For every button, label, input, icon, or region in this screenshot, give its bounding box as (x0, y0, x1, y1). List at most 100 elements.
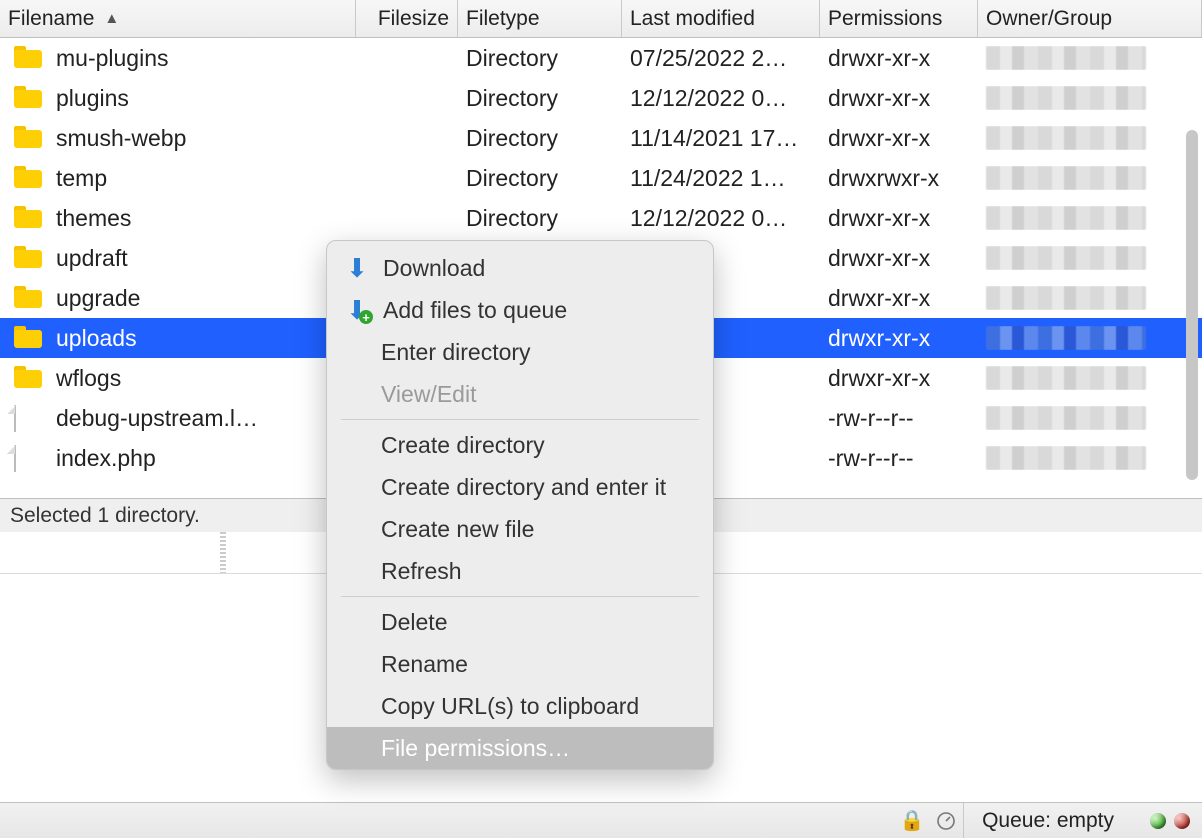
ctx-create-new-file[interactable]: Create new file (327, 508, 713, 550)
column-header-filesize[interactable]: Filesize (356, 0, 458, 37)
cell-filename[interactable]: index.php (0, 445, 356, 472)
ctx-refresh[interactable]: Refresh (327, 550, 713, 592)
cell-last-modified: 12/12/2022 0… (622, 205, 820, 232)
cell-filetype: Directory (458, 165, 622, 192)
scrollbar-track[interactable] (1184, 40, 1200, 496)
cell-filename[interactable]: themes (0, 205, 356, 232)
cell-owner-group (978, 206, 1202, 230)
filename-text: plugins (56, 85, 129, 112)
cell-filename[interactable]: temp (0, 165, 356, 192)
redacted-owner-text (986, 126, 1146, 150)
cell-filetype: Directory (458, 45, 622, 72)
cell-filetype: Directory (458, 125, 622, 152)
redacted-owner-text (986, 446, 1146, 470)
folder-icon (14, 246, 42, 270)
cell-owner-group (978, 86, 1202, 110)
column-header-row: Filename ▲ Filesize Filetype Last modifi… (0, 0, 1202, 38)
ctx-copy-url[interactable]: Copy URL(s) to clipboard (327, 685, 713, 727)
ctx-separator-2 (341, 596, 699, 597)
download-arrow-icon: ⬇ (345, 256, 369, 280)
cell-permissions: drwxr-xr-x (820, 45, 978, 72)
table-row[interactable]: mu-pluginsDirectory07/25/2022 2…drwxr-xr… (0, 38, 1202, 78)
ctx-create-directory[interactable]: Create directory (327, 424, 713, 466)
redacted-owner-text (986, 166, 1146, 190)
ctx-refresh-label: Refresh (381, 558, 462, 585)
ctx-file-permissions[interactable]: File permissions… (327, 727, 713, 769)
cell-permissions: drwxrwxr-x (820, 165, 978, 192)
ctx-delete-label: Delete (381, 609, 447, 636)
ctx-enter-directory[interactable]: Enter directory (327, 331, 713, 373)
ctx-rename-label: Rename (381, 651, 468, 678)
table-row[interactable]: tempDirectory11/24/2022 1…drwxrwxr-x (0, 158, 1202, 198)
cell-filename[interactable]: upgrade (0, 285, 356, 312)
cell-filename[interactable]: plugins (0, 85, 356, 112)
status-indicator-red (1174, 813, 1190, 829)
ctx-enter-directory-label: Enter directory (381, 339, 531, 366)
cell-owner-group (978, 326, 1202, 350)
filename-text: smush-webp (56, 125, 186, 152)
cell-owner-group (978, 286, 1202, 310)
column-header-filename[interactable]: Filename ▲ (0, 0, 356, 37)
filename-text: themes (56, 205, 131, 232)
ctx-download-label: Download (383, 255, 485, 282)
table-row[interactable]: themes Directory12/12/2022 0…drwxr-xr-x (0, 198, 1202, 238)
redacted-owner-text (986, 46, 1146, 70)
speed-gauge-icon[interactable] (935, 810, 957, 832)
cell-owner-group (978, 126, 1202, 150)
cell-filename[interactable]: mu-plugins (0, 45, 356, 72)
folder-icon (14, 46, 42, 70)
column-header-filetype-label: Filetype (466, 7, 540, 31)
column-header-owner-group[interactable]: Owner/Group (978, 0, 1202, 37)
file-icon (14, 446, 42, 470)
ctx-add-files-to-queue[interactable]: ⬇ Add files to queue (327, 289, 713, 331)
filename-text: debug-upstream.l… (56, 405, 258, 432)
selection-status-text: Selected 1 directory. (10, 504, 200, 528)
redacted-owner-text (986, 286, 1146, 310)
bottom-status-bar: 🔒 Queue: empty (0, 802, 1202, 838)
cell-owner-group (978, 366, 1202, 390)
folder-icon (14, 86, 42, 110)
add-to-queue-icon: ⬇ (345, 298, 369, 322)
cell-filetype: Directory (458, 205, 622, 232)
lock-icon[interactable]: 🔒 (901, 810, 923, 832)
table-row[interactable]: smush-webp Directory11/14/2021 17…drwxr-x… (0, 118, 1202, 158)
ctx-create-directory-and-enter-label: Create directory and enter it (381, 474, 666, 501)
filename-text: wflogs (56, 365, 121, 392)
cell-filename[interactable]: updraft (0, 245, 356, 272)
column-header-filetype[interactable]: Filetype (458, 0, 622, 37)
column-header-last-modified-label: Last modified (630, 7, 755, 31)
redacted-owner-text (986, 366, 1146, 390)
ctx-separator-1 (341, 419, 699, 420)
cell-owner-group (978, 246, 1202, 270)
cell-permissions: drwxr-xr-x (820, 85, 978, 112)
ctx-file-permissions-label: File permissions… (381, 735, 570, 762)
cell-owner-group (978, 166, 1202, 190)
ctx-download[interactable]: ⬇ Download (327, 247, 713, 289)
filename-text: updraft (56, 245, 128, 272)
column-header-last-modified[interactable]: Last modified (622, 0, 820, 37)
cell-owner-group (978, 406, 1202, 430)
cell-filetype: Directory (458, 85, 622, 112)
ctx-delete[interactable]: Delete (327, 601, 713, 643)
cell-last-modified: 11/14/2021 17… (622, 125, 820, 152)
ctx-create-directory-and-enter[interactable]: Create directory and enter it (327, 466, 713, 508)
column-header-permissions[interactable]: Permissions (820, 0, 978, 37)
cell-permissions: drwxr-xr-x (820, 205, 978, 232)
cell-permissions: drwxr-xr-x (820, 125, 978, 152)
cell-last-modified: 12/12/2022 0… (622, 85, 820, 112)
cell-filename[interactable]: debug-upstream.l… (0, 405, 356, 432)
ctx-rename[interactable]: Rename (327, 643, 713, 685)
filename-text: uploads (56, 325, 137, 352)
queue-status[interactable]: Queue: empty (963, 803, 1132, 838)
status-indicator-green (1150, 813, 1166, 829)
table-row[interactable]: plugins Directory12/12/2022 0…drwxr-xr-x (0, 78, 1202, 118)
ctx-create-new-file-label: Create new file (381, 516, 534, 543)
scrollbar-thumb[interactable] (1186, 130, 1198, 480)
filename-text: upgrade (56, 285, 140, 312)
vertical-split-handle[interactable] (220, 532, 226, 573)
cell-filename[interactable]: smush-webp (0, 125, 356, 152)
cell-filename[interactable]: wflogs (0, 365, 356, 392)
cell-filename[interactable]: uploads (0, 325, 356, 352)
ctx-add-files-to-queue-label: Add files to queue (383, 297, 567, 324)
sort-ascending-icon: ▲ (104, 10, 119, 27)
